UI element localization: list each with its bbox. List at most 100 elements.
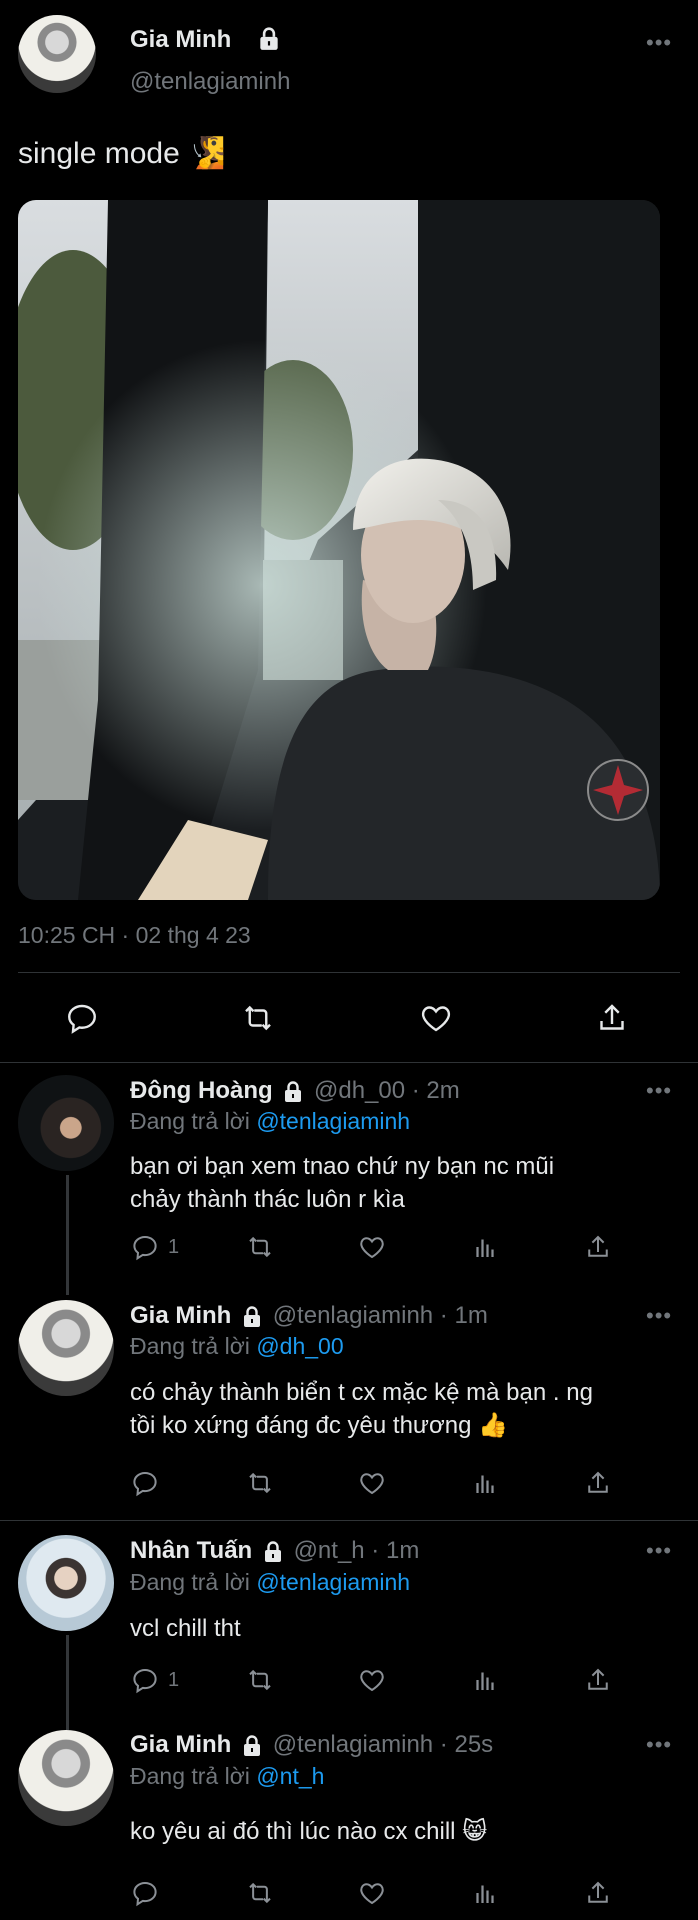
retweet-button[interactable] bbox=[245, 1232, 275, 1262]
like-button[interactable] bbox=[357, 1468, 387, 1498]
retweet-icon bbox=[245, 1468, 275, 1498]
retweet-button[interactable] bbox=[245, 1878, 275, 1908]
heart-icon bbox=[357, 1232, 387, 1262]
more-options-icon[interactable]: ••• bbox=[646, 1732, 672, 1758]
reply-text: vcl chill tht bbox=[130, 1612, 241, 1645]
reply-icon bbox=[130, 1468, 160, 1498]
retweet-button[interactable] bbox=[245, 1468, 275, 1498]
lock-icon bbox=[244, 1734, 261, 1756]
more-options-icon[interactable]: ••• bbox=[646, 1538, 672, 1564]
like-button[interactable] bbox=[357, 1878, 387, 1908]
tweet-text-body: single mode bbox=[18, 137, 180, 170]
retweet-button[interactable] bbox=[245, 1665, 275, 1695]
replying-label: Đang trả lời bbox=[130, 1333, 250, 1359]
share-icon bbox=[583, 1878, 613, 1908]
reply-meta[interactable]: @tenlagiaminh · 1m bbox=[273, 1302, 488, 1329]
reply-button[interactable] bbox=[130, 1468, 168, 1498]
tweet-timestamp[interactable]: 10:25 CH · 02 thg 4 23 bbox=[18, 922, 251, 949]
divider bbox=[0, 1062, 698, 1063]
analytics-icon bbox=[470, 1468, 500, 1498]
replying-to: Đang trả lời @nt_h bbox=[130, 1763, 324, 1790]
views-button[interactable] bbox=[470, 1878, 500, 1908]
heart-icon bbox=[421, 1006, 451, 1032]
more-options-icon[interactable]: ••• bbox=[646, 30, 672, 56]
reply-count: 1 bbox=[168, 1668, 180, 1691]
share-button[interactable] bbox=[594, 1000, 630, 1036]
views-button[interactable] bbox=[470, 1232, 500, 1262]
reply-button[interactable] bbox=[64, 1000, 100, 1036]
mention-link[interactable]: @tenlagiaminh bbox=[256, 1108, 410, 1134]
retweet-button[interactable] bbox=[240, 1000, 276, 1036]
more-options-icon[interactable]: ••• bbox=[646, 1303, 672, 1329]
reply-author-name[interactable]: Nhân Tuấn bbox=[130, 1537, 252, 1564]
views-button[interactable] bbox=[470, 1665, 500, 1695]
like-button[interactable] bbox=[418, 1000, 454, 1036]
reply-meta[interactable]: @tenlagiaminh · 25s bbox=[273, 1731, 493, 1758]
reply-button[interactable]: 1 bbox=[130, 1665, 179, 1695]
replying-to: Đang trả lời @dh_00 bbox=[130, 1333, 344, 1360]
deaf-person-emoji: 🧏 bbox=[188, 137, 226, 170]
replying-to: Đang trả lời @tenlagiaminh bbox=[130, 1108, 410, 1135]
mention-link[interactable]: @nt_h bbox=[256, 1763, 324, 1789]
reply-text: có chảy thành biển t cx mặc kệ mà bạn . … bbox=[130, 1376, 593, 1442]
reply-button[interactable]: 1 bbox=[130, 1232, 179, 1262]
replying-label: Đang trả lời bbox=[130, 1108, 250, 1134]
reply-text: ko yêu ai đó thì lúc nào cx chill 😸 bbox=[130, 1815, 487, 1848]
reply-icon bbox=[130, 1232, 160, 1262]
reply-text-line: có chảy thành biển t cx mặc kệ mà bạn . … bbox=[130, 1379, 593, 1406]
divider bbox=[18, 972, 680, 973]
reply-icon bbox=[68, 1004, 96, 1034]
mention-link[interactable]: @dh_00 bbox=[256, 1333, 343, 1359]
reply-text-line: vcl chill tht bbox=[130, 1615, 241, 1642]
retweet-icon bbox=[245, 1005, 271, 1031]
reply-text: bạn ơi bạn xem tnao chứ ny bạn nc mũi ch… bbox=[130, 1150, 554, 1216]
share-icon bbox=[583, 1665, 613, 1695]
lock-icon bbox=[256, 26, 282, 52]
avatar[interactable] bbox=[18, 1535, 114, 1631]
lock-icon bbox=[244, 1305, 261, 1327]
reply-button[interactable] bbox=[130, 1878, 168, 1908]
share-button[interactable] bbox=[583, 1878, 613, 1908]
retweet-icon bbox=[245, 1232, 275, 1262]
tweet-photo[interactable] bbox=[18, 200, 660, 900]
tweet-text: single mode 🧏 bbox=[18, 136, 225, 171]
share-icon bbox=[583, 1232, 613, 1262]
reply-icon bbox=[130, 1665, 160, 1695]
share-button[interactable] bbox=[583, 1232, 613, 1262]
reply-text-line: tồi ko xứng đáng đc yêu thương 👍 bbox=[130, 1412, 508, 1439]
reply-header: Gia Minh @tenlagiaminh · 1m bbox=[130, 1302, 488, 1330]
retweet-icon bbox=[245, 1878, 275, 1908]
replying-to: Đang trả lời @tenlagiaminh bbox=[130, 1569, 410, 1596]
avatar[interactable] bbox=[18, 1075, 114, 1171]
lock-icon bbox=[285, 1080, 302, 1102]
reply-author-name[interactable]: Gia Minh bbox=[130, 1302, 231, 1329]
replying-label: Đang trả lời bbox=[130, 1569, 250, 1595]
share-button[interactable] bbox=[583, 1665, 613, 1695]
reply-meta[interactable]: @dh_00 · 2m bbox=[314, 1077, 460, 1104]
views-button[interactable] bbox=[470, 1468, 500, 1498]
mention-link[interactable]: @tenlagiaminh bbox=[256, 1569, 410, 1595]
reply-icon bbox=[130, 1878, 160, 1908]
avatar[interactable] bbox=[18, 1730, 114, 1826]
reply-header: Nhân Tuấn @nt_h · 1m bbox=[130, 1537, 419, 1565]
lock-icon bbox=[264, 1540, 281, 1562]
author-name[interactable]: Gia Minh bbox=[130, 26, 231, 54]
retweet-icon bbox=[245, 1665, 275, 1695]
reply-header: Gia Minh @tenlagiaminh · 25s bbox=[130, 1731, 493, 1759]
like-button[interactable] bbox=[357, 1665, 387, 1695]
reply-author-name[interactable]: Gia Minh bbox=[130, 1731, 231, 1758]
divider bbox=[0, 1520, 698, 1521]
author-handle[interactable]: @tenlagiaminh bbox=[130, 68, 290, 96]
reply-meta[interactable]: @nt_h · 1m bbox=[294, 1537, 420, 1564]
replying-label: Đang trả lời bbox=[130, 1763, 250, 1789]
thread-line bbox=[66, 1175, 69, 1295]
reply-header: Đông Hoàng @dh_00 · 2m bbox=[130, 1077, 460, 1105]
more-options-icon[interactable]: ••• bbox=[646, 1078, 672, 1104]
avatar[interactable] bbox=[18, 15, 96, 93]
analytics-icon bbox=[470, 1232, 500, 1262]
reply-count: 1 bbox=[168, 1235, 180, 1258]
avatar[interactable] bbox=[18, 1300, 114, 1396]
share-button[interactable] bbox=[583, 1468, 613, 1498]
like-button[interactable] bbox=[357, 1232, 387, 1262]
reply-author-name[interactable]: Đông Hoàng bbox=[130, 1077, 273, 1104]
